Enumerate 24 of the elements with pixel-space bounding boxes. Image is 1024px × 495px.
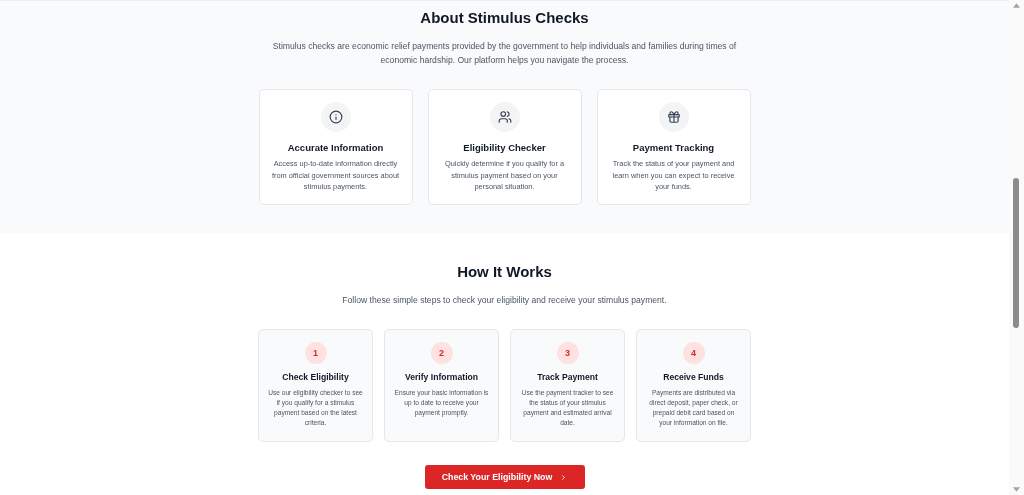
- step-title: Check Eligibility: [282, 372, 349, 382]
- feature-title: Accurate Information: [287, 142, 384, 153]
- chevron-right-icon: [560, 473, 568, 481]
- feature-title: Eligibility Checker: [463, 142, 546, 153]
- check-eligibility-button[interactable]: Check Your Eligibility Now: [424, 465, 585, 489]
- section-title: How It Works: [457, 263, 552, 281]
- section-title: About Stimulus Checks: [420, 9, 589, 27]
- gift-icon: [666, 110, 681, 124]
- step-number: 3: [556, 342, 579, 364]
- scrollbar[interactable]: [1009, 0, 1024, 495]
- feature-title: Payment Tracking: [632, 142, 715, 153]
- section-description: Follow these simple steps to check your eligibility and receive your stimulus payment.: [341, 294, 668, 307]
- scroll-up-icon[interactable]: [1013, 3, 1020, 8]
- scrollbar-thumb[interactable]: [1013, 178, 1019, 328]
- scroll-down-icon[interactable]: [1013, 487, 1020, 492]
- step-number: 1: [304, 342, 327, 364]
- section-description: Stimulus checks are economic relief payments provided by the government to help individuals and families during times of economic hardship. Our platform helps you navigate the process.: [271, 40, 738, 67]
- step-number: 2: [430, 342, 453, 364]
- users-icon: [497, 110, 512, 124]
- step-title: Receive Funds: [663, 372, 724, 382]
- step-number: 4: [682, 342, 705, 364]
- step-title: Track Payment: [537, 372, 598, 382]
- info-icon: [328, 110, 343, 124]
- step-title: Verify Information: [404, 372, 479, 382]
